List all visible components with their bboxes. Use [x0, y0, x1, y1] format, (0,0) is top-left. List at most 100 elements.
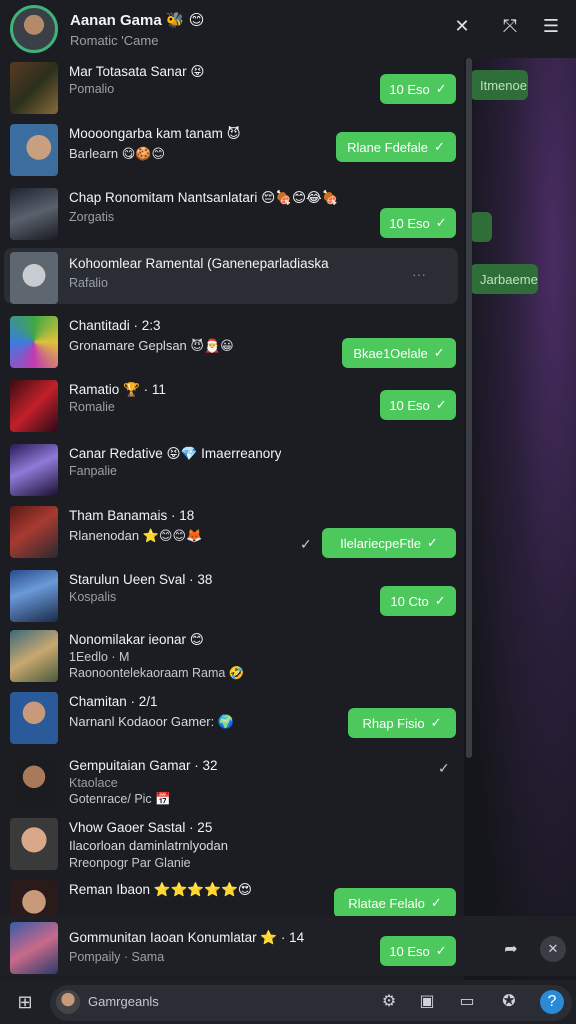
- reply-button[interactable]: IlelariecpeFtle ✓: [322, 528, 456, 558]
- chat-name: Nonomilakar ieonar 😊: [69, 632, 204, 647]
- chat-preview: Narnanl Kodaoor Gamer: 🌍: [69, 714, 235, 729]
- chat-preview: Rlanenodan ⭐😊😊🦊: [69, 528, 203, 543]
- chat-thumbnail: [10, 880, 58, 916]
- avatar[interactable]: [56, 990, 80, 1014]
- list-item[interactable]: Gommunitan Iaoan Konumlatar ⭐ · 14 Pompa…: [0, 916, 576, 976]
- chat-header: Aanan Gama 🐝 😊 Romatic 'Came: [0, 0, 576, 58]
- read-check-icon: ✓: [300, 536, 312, 552]
- menu-icon[interactable]: ☰: [539, 14, 563, 38]
- chat-thumbnail: [10, 62, 58, 114]
- chat-preview: Ktaolace: [69, 776, 118, 790]
- list-item[interactable]: Ramatio 🏆 · 11 Romalie 10 Eso ✓: [0, 376, 466, 439]
- avatar[interactable]: [10, 5, 58, 53]
- chat-preview: Kospalis: [69, 590, 117, 604]
- list-item[interactable]: Starulun Ueen Sval · 38 Kospalis 10 Cto ✓: [0, 566, 466, 629]
- reply-button[interactable]: Rhap Fisio ✓: [348, 708, 456, 738]
- search-placeholder: Gamrgeanls: [88, 994, 159, 1009]
- chat-name: Tham Banamais · 18: [69, 508, 195, 523]
- help-icon[interactable]: ?: [540, 990, 564, 1014]
- page-title: Aanan Gama 🐝 😊: [70, 11, 205, 29]
- reply-button[interactable]: Rlatae Felalo ✓: [334, 888, 456, 916]
- chat-thumbnail: [10, 316, 58, 368]
- list-item[interactable]: Reman Ibaon ⭐⭐⭐⭐⭐😍 Rlatae Felalo ✓: [0, 876, 466, 916]
- scrollbar[interactable]: [466, 58, 472, 758]
- background-message-bubble: [470, 212, 492, 242]
- chat-thumbnail: [10, 570, 58, 622]
- chat-preview: Fanpalie: [69, 464, 117, 478]
- check-icon: ✓: [435, 215, 447, 230]
- check-icon: ✓: [435, 943, 447, 958]
- reply-button[interactable]: 10 Cto ✓: [380, 586, 456, 616]
- check-icon: ✓: [434, 593, 446, 608]
- chat-thumbnail: [10, 188, 58, 240]
- reply-button[interactable]: 10 Eso ✓: [380, 936, 456, 966]
- close-circle-icon[interactable]: ✕: [540, 936, 566, 962]
- chat-name: Vhow Gaoer Sastal · 25: [69, 820, 213, 835]
- check-icon: ✓: [433, 345, 445, 360]
- gamepad-icon[interactable]: ✪: [498, 992, 520, 1012]
- close-icon[interactable]: ✕: [450, 14, 474, 38]
- reply-button[interactable]: 10 Eso ✓: [380, 208, 456, 238]
- chat-preview: Zorgatis: [69, 210, 115, 224]
- chat-name: Reman Ibaon ⭐⭐⭐⭐⭐😍: [69, 882, 252, 897]
- chat-thumbnail: [10, 124, 58, 176]
- chat-thumbnail: [10, 692, 58, 744]
- chat-name: Moooongarba kam tanam 😈: [69, 126, 241, 141]
- reply-button[interactable]: 10 Eso ✓: [380, 390, 456, 420]
- reply-button[interactable]: Rlane Fdefale ✓: [336, 132, 456, 162]
- chat-name: Kohoomlear Ramental (Ganeneparladiaska: [69, 256, 329, 271]
- settings-icon[interactable]: ⚙: [378, 992, 400, 1012]
- list-item[interactable]: Tham Banamais · 18 Rlanenodan ⭐😊😊🦊 ✓ Ile…: [0, 502, 466, 565]
- check-icon: ✓: [434, 139, 445, 154]
- check-icon: ✓: [435, 81, 447, 96]
- chat-name: Chap Ronomitam Nantsanlatari 😔🍖😊😂🍖: [69, 190, 339, 205]
- check-icon: ✓: [427, 535, 438, 550]
- chat-thumbnail: [10, 630, 58, 682]
- chat-preview: Barlearn 😋🍪😊: [69, 146, 166, 161]
- page-subtitle: Romatic 'Came: [70, 32, 159, 48]
- chat-name: Canar Redative 😝💎 Imaerreanory: [69, 446, 282, 461]
- list-item[interactable]: Vhow Gaoer Sastal · 25 Ilacorloan daminl…: [0, 814, 466, 880]
- list-item[interactable]: Chap Ronomitam Nantsanlatari 😔🍖😊😂🍖 Zorga…: [0, 184, 466, 247]
- list-item[interactable]: Chantitadi · 2:3 Gronamare Geplsan 😈🎅😀 B…: [0, 312, 466, 375]
- check-icon: ✓: [435, 397, 447, 412]
- chat-preview: Ilacorloan daminlatrnlyodan: [69, 838, 228, 853]
- chat-thumbnail: [10, 818, 58, 870]
- chat-thumbnail: [10, 506, 58, 558]
- list-item[interactable]: Mar Totasata Sanar 😝 Pomalio 10 Eso ✓: [0, 58, 466, 121]
- forward-icon[interactable]: ➦: [500, 940, 522, 960]
- chat-preview: Pompaily · Sama: [69, 950, 165, 964]
- archive-icon[interactable]: ▣: [416, 992, 438, 1012]
- reply-button[interactable]: 10 Eso ✓: [380, 74, 456, 104]
- window-icon[interactable]: ▭: [456, 992, 478, 1012]
- chat-thumbnail: [10, 444, 58, 496]
- more-options-icon[interactable]: ···: [412, 266, 426, 282]
- chat-name: Ramatio 🏆 · 11: [69, 382, 166, 397]
- chat-name: Chamitan · 2/1: [69, 694, 158, 709]
- chat-name: Gempuitaian Gamar · 32: [69, 758, 218, 773]
- chat-preview: Gotenrace/ Pic 📅: [69, 792, 171, 806]
- tools-icon[interactable]: ⤧: [498, 14, 522, 38]
- chat-preview: Rreonpogr Par Glanie: [69, 856, 191, 870]
- list-item[interactable]: Chamitan · 2/1 Narnanl Kodaoor Gamer: 🌍 …: [0, 688, 466, 751]
- reply-button[interactable]: Bkae1Oelale ✓: [342, 338, 456, 368]
- read-check-icon: ✓: [438, 760, 450, 776]
- chat-preview: Rafalio: [69, 276, 108, 290]
- start-menu-icon[interactable]: ⊞: [14, 992, 36, 1012]
- list-item[interactable]: Moooongarba kam tanam 😈 Barlearn 😋🍪😊 Rla…: [0, 120, 466, 183]
- check-icon: ✓: [430, 895, 442, 910]
- chat-name: Gommunitan Iaoan Konumlatar ⭐ · 14: [69, 930, 305, 945]
- chat-preview: 1Eedlo · M: [69, 650, 130, 664]
- chat-background: [464, 0, 576, 1024]
- chat-preview: Gronamare Geplsan 😈🎅😀: [69, 338, 234, 353]
- chat-preview: Pomalio: [69, 82, 115, 96]
- chat-name: Chantitadi · 2:3: [69, 318, 161, 333]
- list-item[interactable]: Gempuitaian Gamar · 32 Ktaolace Gotenrac…: [0, 752, 466, 818]
- chat-thumbnail: [10, 380, 58, 432]
- list-item[interactable]: Canar Redative 😝💎 Imaerreanory Fanpalie: [0, 440, 466, 503]
- chat-name: Starulun Ueen Sval · 38: [69, 572, 213, 587]
- list-item[interactable]: Nonomilakar ieonar 😊 1Eedlo · M Raonoont…: [0, 626, 466, 692]
- list-item[interactable]: Kohoomlear Ramental (Ganeneparladiaska R…: [0, 248, 466, 311]
- chat-name: Mar Totasata Sanar 😝: [69, 64, 205, 79]
- chat-preview: Raonoontelekaoraam Rama 🤣: [69, 666, 245, 680]
